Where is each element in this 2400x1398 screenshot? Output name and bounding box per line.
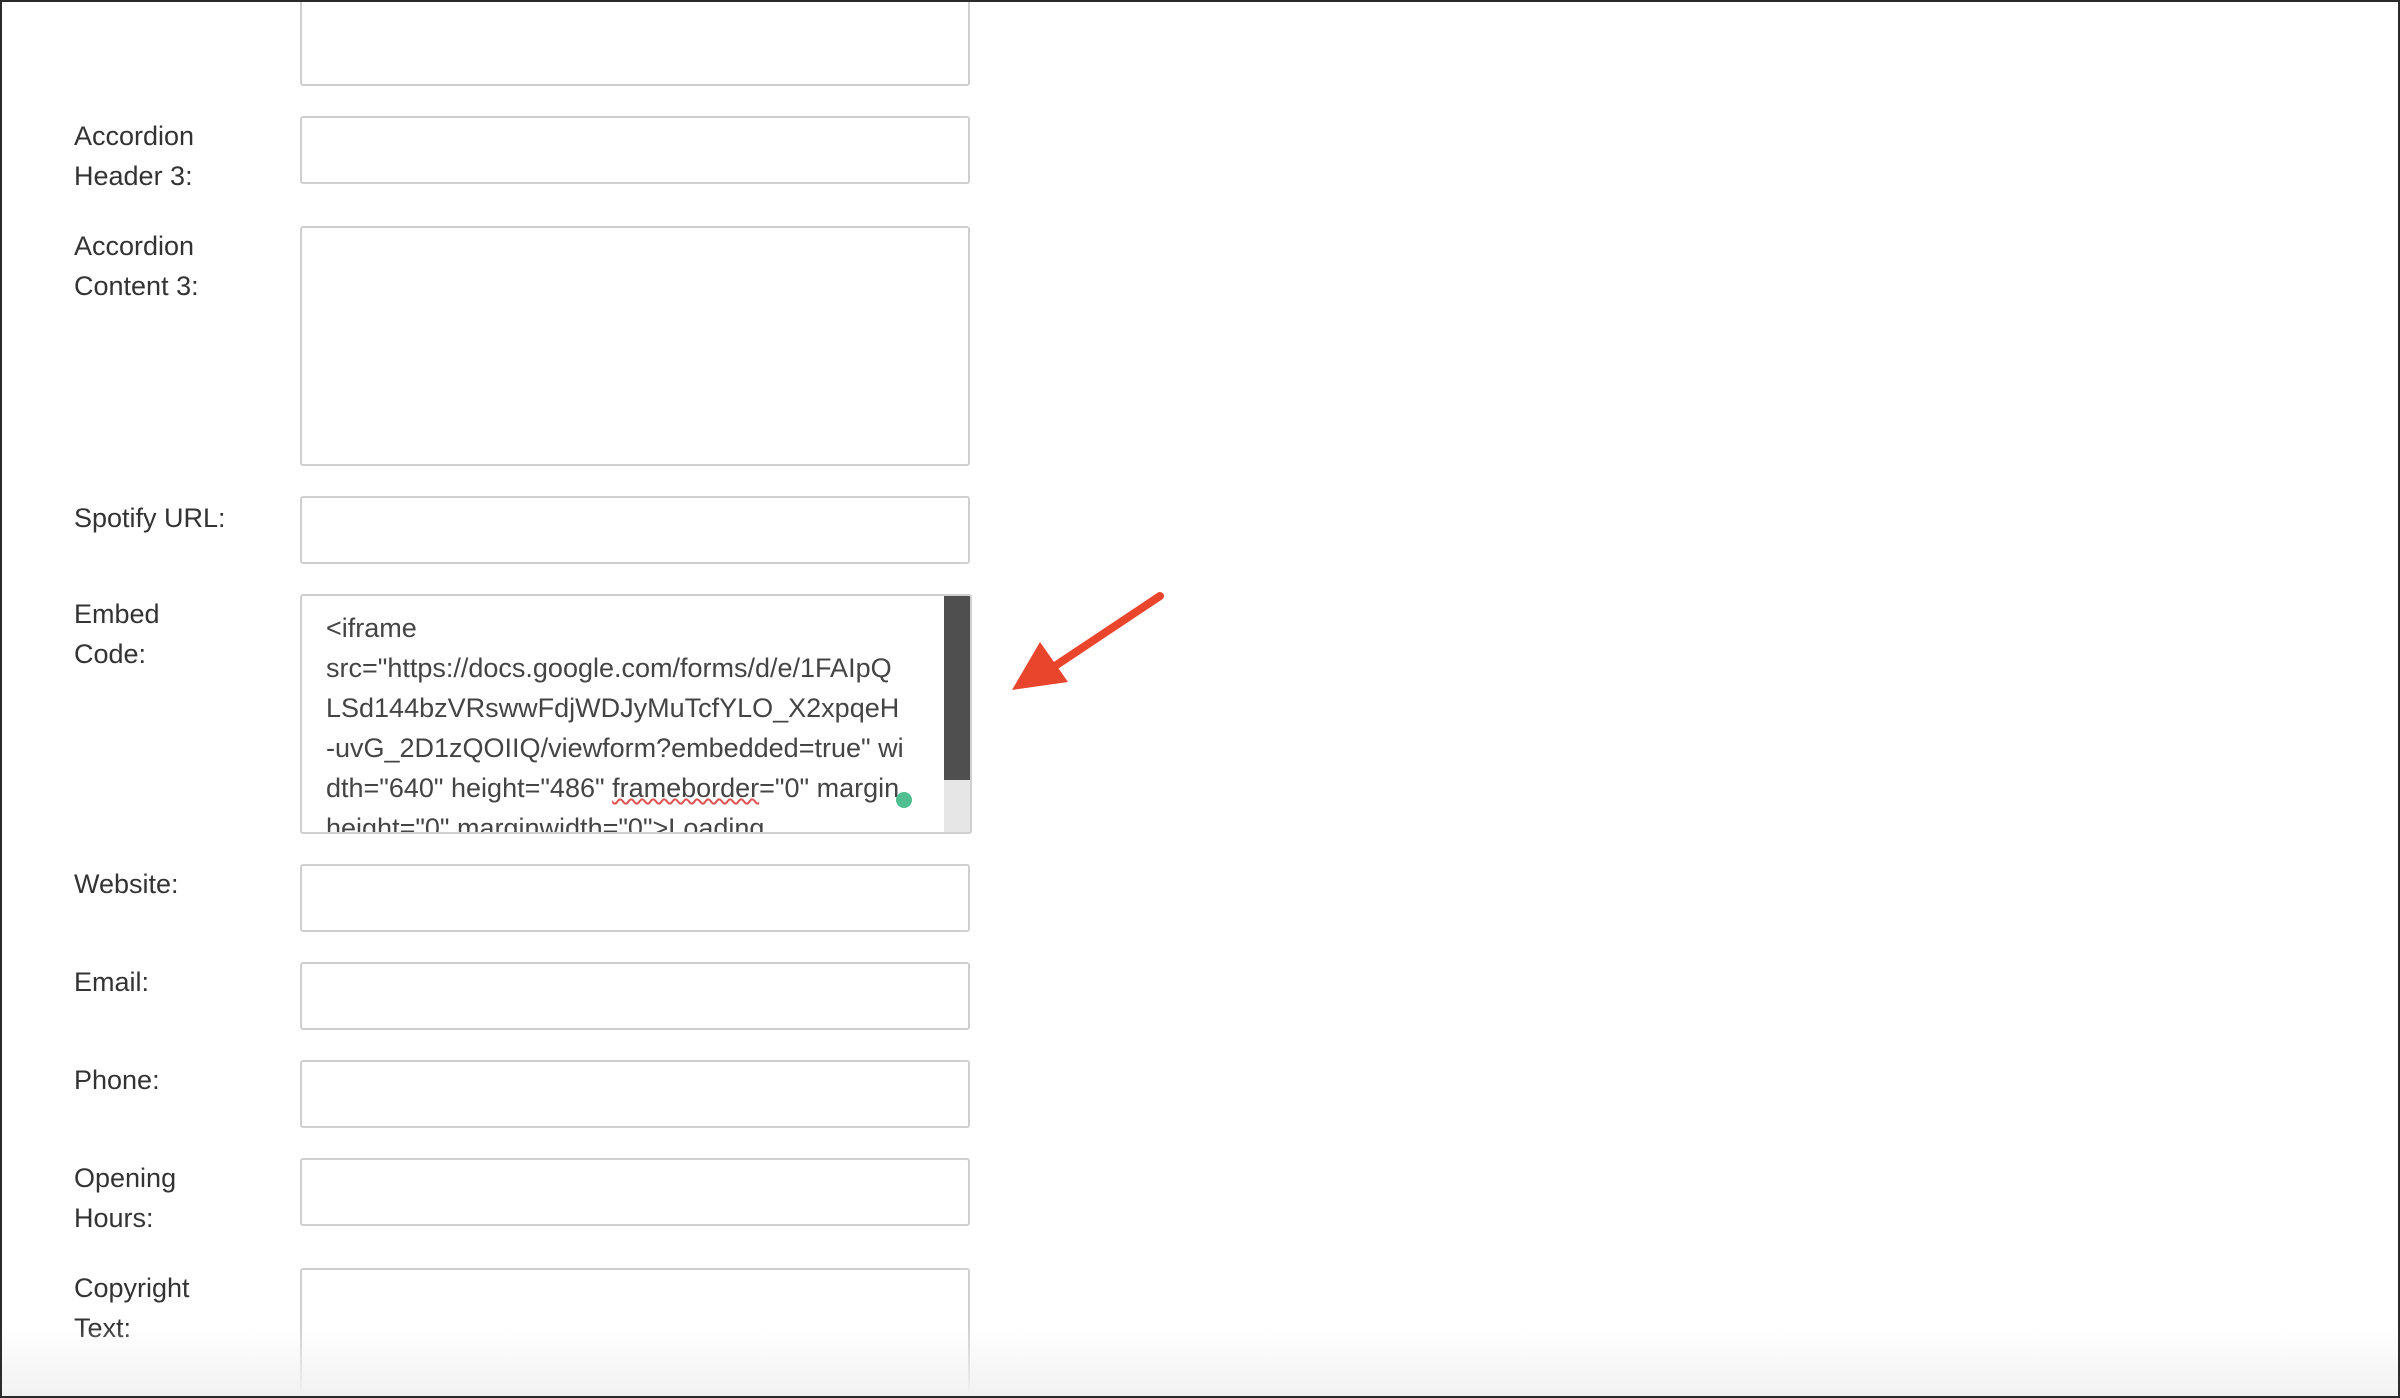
previous-textarea[interactable] — [300, 2, 970, 86]
opening-hours-input[interactable] — [300, 1158, 970, 1226]
form-page: Accordion Header 3: Accordion Content 3:… — [0, 0, 2400, 1398]
website-label: Website: — [74, 869, 179, 899]
accordion-header-3-input[interactable] — [300, 116, 970, 184]
grammar-check-dot-icon[interactable] — [896, 792, 912, 808]
accordion-content-3-label: Accordion Content 3: — [74, 231, 199, 301]
red-arrow-icon — [1012, 592, 1164, 690]
spellcheck-flagged-word: frameborder — [612, 773, 760, 803]
copyright-text-label: Copyright Text: — [74, 1273, 190, 1343]
embed-code-content: <iframe src="https://docs.google.com/for… — [326, 608, 904, 832]
embed-code-label: Embed Code: — [74, 599, 160, 669]
embed-code-scrollbar[interactable] — [944, 596, 970, 832]
website-input[interactable] — [300, 864, 970, 932]
accordion-header-3-label: Accordion Header 3: — [74, 121, 195, 191]
opening-hours-label: Opening Hours: — [74, 1163, 177, 1233]
spotify-url-input[interactable] — [300, 496, 970, 564]
embed-code-scroll-thumb[interactable] — [944, 596, 970, 780]
accordion-content-3-textarea[interactable] — [300, 226, 970, 466]
email-label: Email: — [74, 967, 150, 997]
spotify-url-label: Spotify URL: — [74, 503, 226, 533]
copyright-text-textarea[interactable] — [300, 1268, 970, 1396]
email-input[interactable] — [300, 962, 970, 1030]
embed-code-textarea[interactable]: <iframe src="https://docs.google.com/for… — [300, 594, 972, 834]
phone-input[interactable] — [300, 1060, 970, 1128]
phone-label: Phone: — [74, 1065, 160, 1095]
